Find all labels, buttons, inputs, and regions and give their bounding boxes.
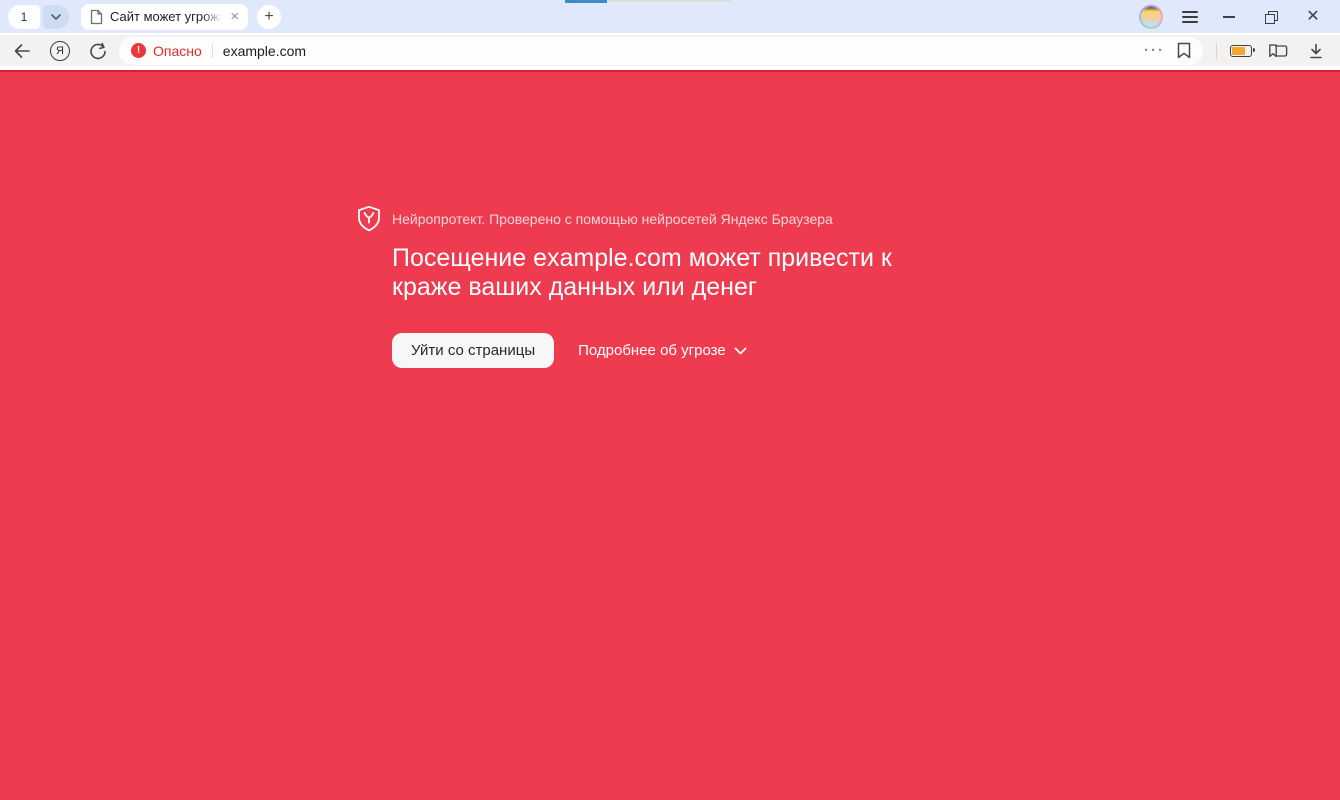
security-warning-page: Нейропротект. Проверено с помощью нейрос…: [0, 70, 1340, 800]
downloads-button[interactable]: [1306, 41, 1326, 61]
action-row: Уйти со страницы Подробнее об угрозе: [392, 333, 892, 368]
tab-close-icon[interactable]: ×: [230, 9, 239, 24]
top-accent-gray-bar: [607, 0, 731, 2]
tab-title: Сайт может угрожать б: [110, 9, 222, 24]
chevron-down-icon: [734, 347, 747, 355]
bookmark-flag-icon[interactable]: [1177, 42, 1191, 59]
address-bar[interactable]: ! Опасно example.com ···: [119, 37, 1203, 65]
yandex-logo-icon: Я: [50, 41, 70, 61]
browser-window: 1 Сайт может угрожать б × +: [0, 0, 1340, 800]
restore-button[interactable]: [1250, 0, 1292, 33]
danger-badge-icon[interactable]: !: [131, 43, 146, 58]
warning-content: Нейропротект. Проверено с помощью нейрос…: [356, 205, 892, 368]
tab-count-button[interactable]: 1: [8, 5, 40, 29]
threat-details-link[interactable]: Подробнее об угрозе: [578, 342, 747, 359]
battery-saver-icon[interactable]: [1230, 45, 1252, 57]
threat-details-label: Подробнее об угрозе: [578, 342, 726, 359]
new-tab-button[interactable]: +: [257, 5, 281, 29]
toolbar-divider: [1216, 43, 1217, 59]
tab-counter: 1: [8, 5, 69, 29]
tab-list-dropdown-button[interactable]: [43, 5, 69, 29]
back-arrow-icon: [13, 43, 31, 59]
side-panel-icon: [1268, 42, 1288, 60]
back-button[interactable]: [12, 41, 32, 61]
minimize-icon: [1223, 16, 1235, 18]
refresh-button[interactable]: [88, 41, 108, 61]
url-divider: [212, 44, 213, 58]
minimize-button[interactable]: [1208, 0, 1250, 33]
url-text[interactable]: example.com: [223, 43, 306, 59]
tab-active[interactable]: Сайт может угрожать б ×: [81, 4, 248, 30]
restore-icon: [1265, 11, 1277, 23]
leave-page-button[interactable]: Уйти со страницы: [392, 333, 554, 368]
side-panel-button[interactable]: [1268, 41, 1288, 61]
browser-menu-icon[interactable]: [1182, 11, 1198, 23]
tab-bar: 1 Сайт может угрожать б × +: [0, 0, 1340, 33]
avatar-image: [1141, 7, 1161, 27]
profile-avatar[interactable]: [1139, 5, 1163, 29]
page-title: Посещение example.com может привести к к…: [392, 244, 892, 302]
close-window-button[interactable]: ✕: [1292, 0, 1334, 33]
top-accent-blue-bar: [565, 0, 607, 3]
window-controls-area: ✕: [1139, 0, 1340, 33]
protect-row: Нейропротект. Проверено с помощью нейрос…: [356, 205, 892, 233]
download-icon: [1307, 42, 1325, 60]
protect-shield-icon: [356, 205, 382, 233]
close-icon: ✕: [1306, 9, 1319, 25]
danger-status-label[interactable]: Опасно: [153, 43, 202, 59]
refresh-icon: [89, 42, 107, 60]
page-title-line1: Посещение example.com может привести к: [392, 244, 892, 273]
chevron-down-icon: [51, 14, 61, 20]
toolbar: Я ! Опасно example.com ···: [0, 35, 1340, 66]
protect-note: Нейропротект. Проверено с помощью нейрос…: [392, 211, 833, 227]
more-actions-icon[interactable]: ···: [1144, 42, 1165, 59]
page-title-line2: краже ваших данных или денег: [392, 273, 892, 302]
document-page-icon: [90, 9, 103, 25]
yandex-home-button[interactable]: Я: [50, 41, 70, 61]
